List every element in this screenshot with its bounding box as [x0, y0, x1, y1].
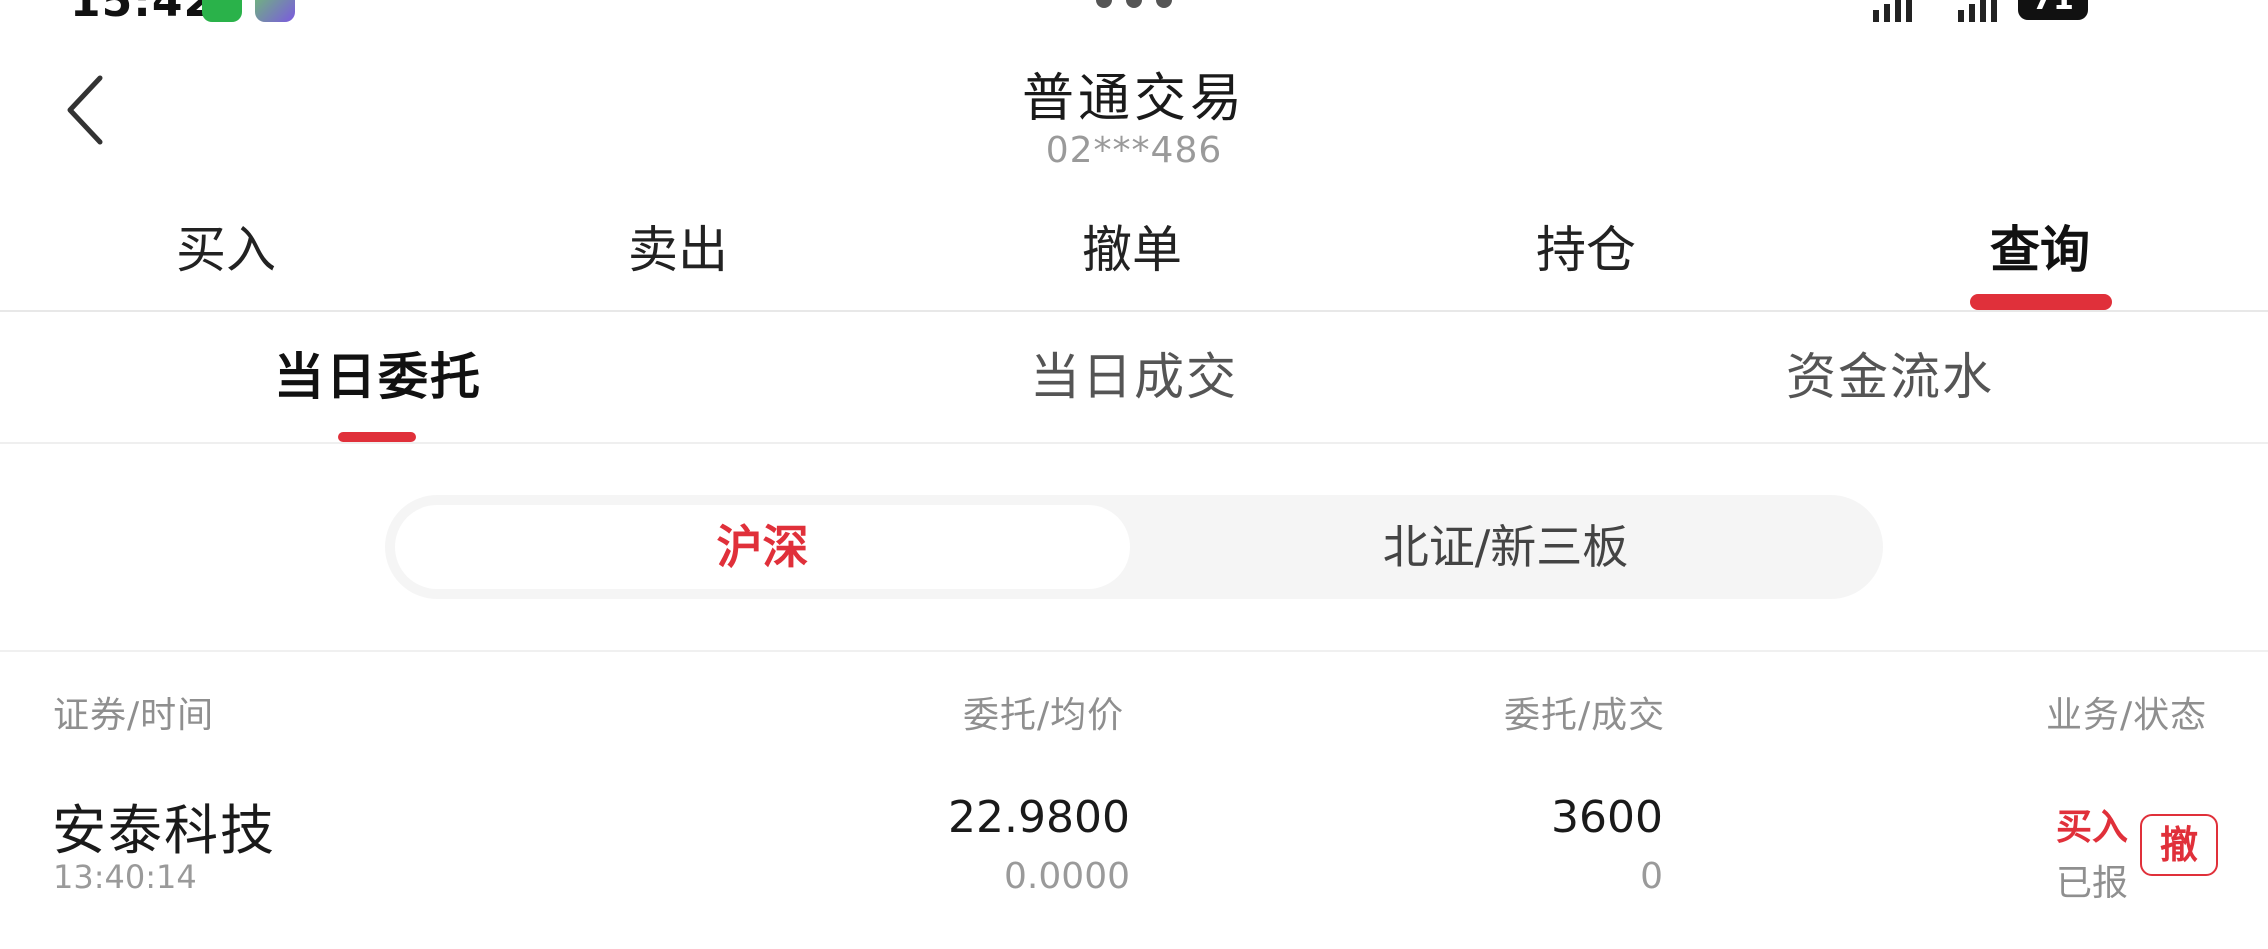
- order-time: 13:40:14: [53, 858, 197, 896]
- active-tab-indicator: [1970, 294, 2112, 310]
- subtab-fund-flow-label: 资金流水: [1786, 348, 1994, 406]
- tab-positions[interactable]: 持仓: [1436, 210, 1736, 310]
- tab-sell-label: 卖出: [628, 221, 728, 279]
- column-header-order-avg-price: 委托/均价: [963, 695, 1125, 736]
- status-bar: 15:42 71: [0, 0, 2268, 30]
- battery-icon: 71: [2018, 0, 2088, 20]
- order-price: 22.9800: [948, 792, 1130, 843]
- iqiyi-notification-icon: [255, 0, 295, 22]
- wechat-notification-icon: [202, 0, 242, 22]
- active-subtab-indicator: [338, 432, 416, 442]
- tab-query-label: 查询: [1990, 221, 2090, 279]
- divider: [0, 650, 2268, 652]
- subtab-today-trades-label: 当日成交: [1030, 348, 1238, 406]
- signal-icon: [1873, 0, 1912, 22]
- signal-icon-2: [1958, 0, 1997, 22]
- order-quantity: 3600: [1551, 792, 1663, 843]
- filled-quantity: 0: [1640, 856, 1663, 897]
- status-time: 15:42: [70, 0, 216, 27]
- tab-buy[interactable]: 买入: [76, 210, 376, 310]
- trade-query-page: 15:42 71 普通交易 02***486 买入 卖出 撤单 持仓: [0, 0, 2268, 949]
- cancel-order-button[interactable]: 撤: [2140, 814, 2218, 876]
- column-header-order-filled: 委托/成交: [1504, 695, 1666, 736]
- market-segment-control: 沪深 北证/新三板: [385, 495, 1883, 599]
- subtab-today-orders-label: 当日委托: [274, 348, 482, 406]
- more-dots-icon: [1096, 0, 1172, 8]
- column-header-business-status: 业务/状态: [2046, 695, 2208, 736]
- subtab-today-trades[interactable]: 当日成交: [934, 312, 1334, 442]
- stock-name: 安泰科技: [52, 799, 276, 862]
- tab-buy-label: 买入: [176, 221, 276, 279]
- avg-price: 0.0000: [1004, 856, 1130, 897]
- segment-shanghai-shenzhen[interactable]: 沪深: [395, 505, 1130, 589]
- table-row[interactable]: 安泰科技 13:40:14 22.9800 0.0000 3600 0 买入 已…: [0, 770, 2268, 910]
- tab-query[interactable]: 查询: [1890, 210, 2190, 310]
- subtab-today-orders[interactable]: 当日委托: [178, 312, 578, 442]
- order-status: 已报: [2056, 863, 2129, 904]
- segment-beijing-neeq[interactable]: 北证/新三板: [1138, 505, 1873, 589]
- account-number: 02***486: [1045, 130, 1223, 171]
- business-type: 买入: [2056, 807, 2129, 848]
- tab-sell[interactable]: 卖出: [528, 210, 828, 310]
- tab-cancel-order[interactable]: 撤单: [982, 210, 1282, 310]
- subtab-fund-flow[interactable]: 资金流水: [1690, 312, 2090, 442]
- page-title: 普通交易: [1021, 69, 1246, 129]
- sub-tabs: 当日委托 当日成交 资金流水: [0, 312, 2268, 444]
- column-header-security-time: 证券/时间: [53, 695, 215, 736]
- main-tabs: 买入 卖出 撤单 持仓 查询: [0, 210, 2268, 312]
- tab-cancel-order-label: 撤单: [1082, 221, 1182, 279]
- tab-positions-label: 持仓: [1536, 221, 1636, 279]
